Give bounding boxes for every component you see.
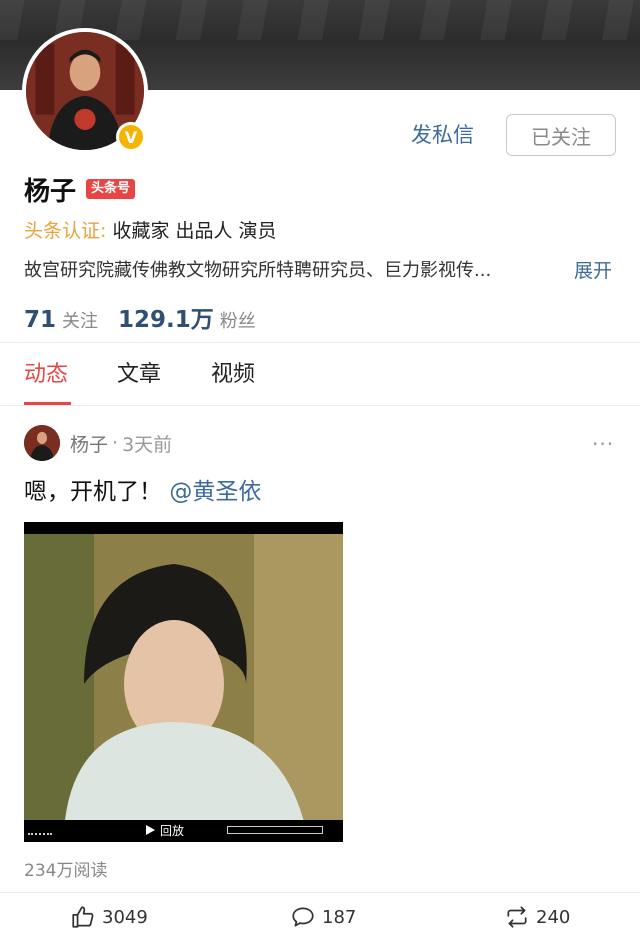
divider [0,405,640,406]
repost-icon [507,906,527,928]
video-thumbnail [24,534,343,830]
profile-stats: 71 关注 129.1万 粉丝 [24,300,276,333]
replay-label[interactable]: 回放 [160,822,184,839]
post-time: 3天前 [122,433,173,456]
profile-bio: 故宫研究院藏传佛教文物研究所特聘研究员、巨力影视传... [24,260,492,281]
fans-label[interactable]: 粉丝 [220,307,256,333]
profile-name-row: 杨子 头条号 [24,172,136,207]
post-video[interactable]: 回放 [24,522,343,842]
tab-dynamics[interactable]: 动态 [24,360,68,390]
tab-articles[interactable]: 文章 [117,360,161,390]
fans-count[interactable]: 129.1万 [118,300,214,334]
post-actions: 3049 187 240 [0,894,640,940]
cert-label: 头条认证: [24,220,107,242]
toutiao-badge: 头条号 [86,179,136,199]
expand-bio-link[interactable]: 展开 [574,258,612,284]
divider [0,892,640,893]
send-message-link[interactable]: 发私信 [411,120,474,150]
repost-button[interactable]: 240 [504,904,570,930]
video-progress-track[interactable] [227,826,323,834]
post-separator: · [112,432,119,454]
profile-name: 杨子 [24,176,77,207]
post-header: 杨子 · 3天前 [24,424,172,462]
comment-icon [292,907,314,927]
like-button[interactable]: 3049 [70,904,148,930]
read-count: 234万阅读 [24,861,108,881]
tab-videos[interactable]: 视频 [211,360,255,390]
mention-link[interactable]: @黄圣依 [169,479,261,505]
verified-badge-icon: V [116,122,146,152]
post-author-name[interactable]: 杨子 [70,430,108,457]
video-control-bar: 回放 [24,820,343,842]
comment-button[interactable]: 187 [290,904,356,930]
like-count: 3049 [102,906,148,928]
thumbs-up-icon [72,906,94,928]
post-text: 嗯，开机了！ @黄圣依 [24,476,261,508]
following-count[interactable]: 71 [24,307,56,333]
cert-value: 收藏家 出品人 演员 [112,220,277,242]
divider [0,342,640,343]
post-author-avatar[interactable] [24,425,60,461]
post-body: 嗯，开机了！ [24,479,162,505]
video-indicator [28,825,52,835]
content-tabs: 动态 文章 视频 [0,344,640,406]
following-label[interactable]: 关注 [62,307,98,333]
play-icon[interactable] [146,825,155,835]
repost-count: 240 [536,906,571,928]
followed-button[interactable]: 已关注 [506,114,616,156]
comment-count: 187 [322,906,357,928]
certification: 头条认证: 收藏家 出品人 演员 [24,218,277,244]
more-icon[interactable]: ··· [592,432,614,456]
